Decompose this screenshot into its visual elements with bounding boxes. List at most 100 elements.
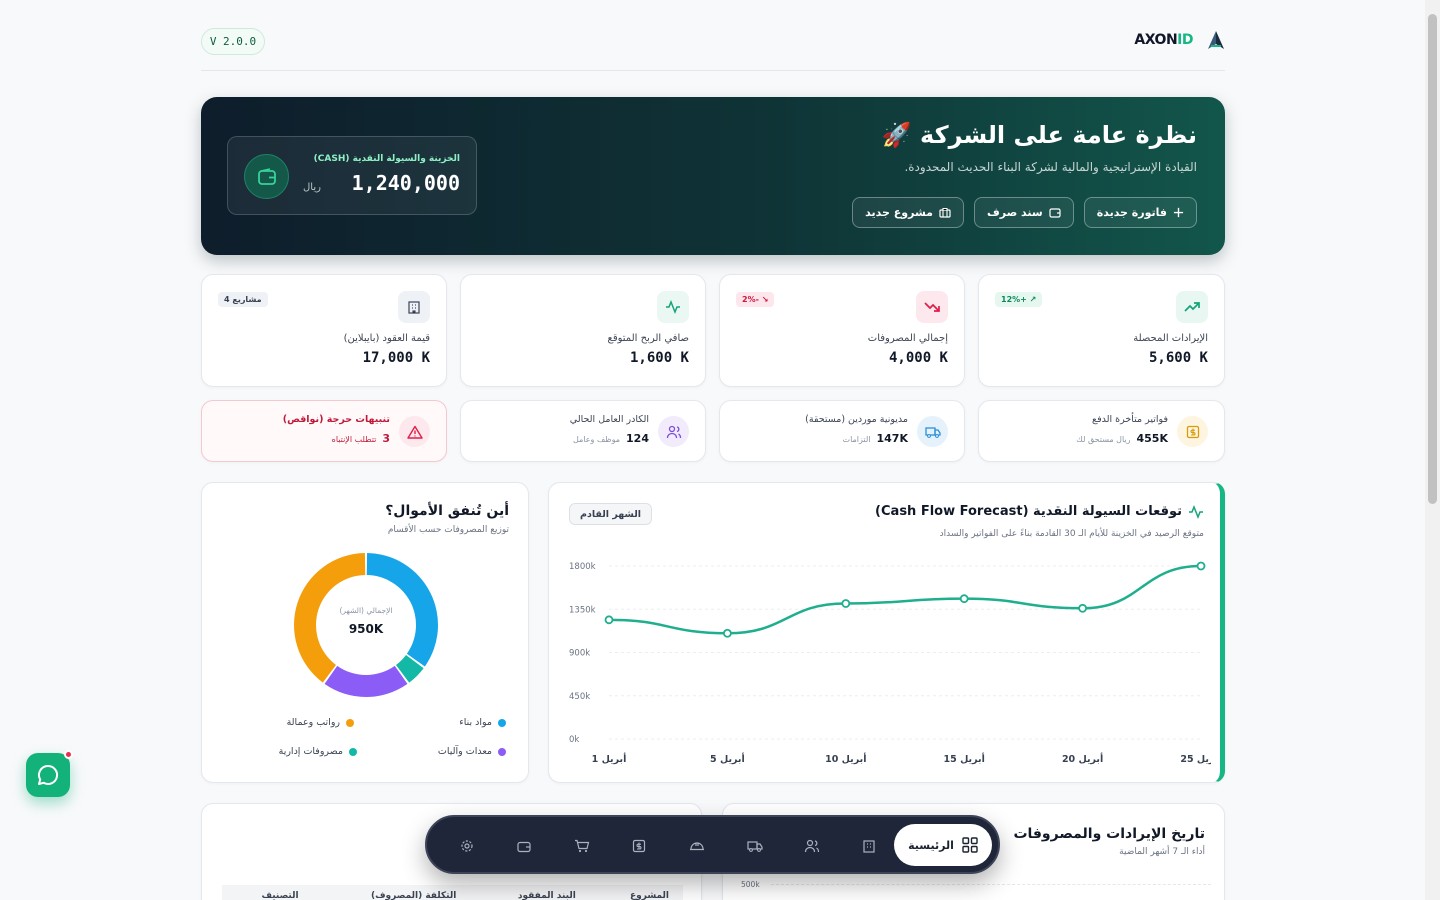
kpi-card-revenue[interactable]: 12%+ ↗ الإيرادات المحصلة 5,600 K <box>978 274 1225 387</box>
cart-icon <box>575 839 590 853</box>
x-tick-label: 20 أبريل <box>1062 752 1103 765</box>
page-title: نظرة عامة على الشركة 🚀 <box>881 121 1197 149</box>
dock-treasury-button[interactable] <box>510 832 538 860</box>
mini-card-overdue-invoices[interactable]: فواتير متأخرة الدفع 455K ريال مستحق لك <box>978 400 1225 462</box>
scrollbar-thumb[interactable] <box>1428 14 1437 504</box>
trending-up-icon <box>1176 291 1208 323</box>
history-title: تاريخ الإيرادات والمصروفات <box>1013 826 1205 842</box>
y-tick-label: 450k <box>569 692 590 702</box>
projects-count-badge: 4 مشاريع <box>218 292 268 307</box>
dock-invoices-button[interactable] <box>625 832 653 860</box>
dock-home-label: الرئيسية <box>908 838 954 852</box>
chat-button[interactable] <box>26 750 73 797</box>
table-header: التصنيف <box>261 891 299 900</box>
table-header: المشروع <box>630 891 669 900</box>
y-tick-label: 1350k <box>569 605 596 615</box>
cashflow-card: توقعات السيولة النقدية (Cash Flow Foreca… <box>548 482 1225 783</box>
chat-bubble-icon <box>38 764 59 785</box>
x-tick-label: 25 أبريل <box>1180 752 1211 765</box>
cashflow-subtitle: متوقع الرصيد في الخزينة للأيام الـ 30 ال… <box>939 529 1204 539</box>
y-tick-label: 900k <box>569 649 590 659</box>
donut-center-value: 950K <box>348 622 384 636</box>
page-scrollbar[interactable] <box>1425 0 1440 900</box>
settings-icon <box>461 840 473 852</box>
kpi-title: قيمة العقود (بايبلاين) <box>343 333 430 344</box>
mini-title: فواتير متأخرة الدفع <box>1092 414 1168 425</box>
trend-badge: 2%- ↘ <box>736 292 775 307</box>
y-tick-label: 500k <box>741 880 760 889</box>
cash-label: الخزينة والسيولة النقدية (CASH) <box>313 154 460 164</box>
period-filter-dropdown[interactable]: الشهر القادم <box>569 503 653 525</box>
data-point <box>722 628 732 638</box>
y-tick-label: 0k <box>569 735 579 745</box>
y-tick-label: 1800k <box>569 562 596 572</box>
data-point <box>1196 561 1206 571</box>
cash-balance-card: الخزينة والسيولة النقدية (CASH) 1,240,00… <box>227 136 477 215</box>
kpi-value: 1,600 K <box>629 350 689 366</box>
brand-logo[interactable]: AXONID <box>1134 30 1225 50</box>
version-badge: V 2.0.0 <box>201 28 265 55</box>
kpi-title: إجمالي المصروفات <box>867 333 948 344</box>
mini-card-workforce[interactable]: الكادر العامل الحالي 124 موظف وعامل <box>460 400 706 462</box>
payment-voucher-button[interactable]: سند صرف <box>973 197 1074 228</box>
data-point <box>959 594 969 604</box>
mini-value: 3 <box>382 432 390 445</box>
spend-title: أين تُنفق الأموال؟ <box>385 503 509 519</box>
cash-currency: ريال <box>303 182 321 193</box>
page-subtitle: القيادة الإستراتيجية والمالية لشركة البن… <box>904 160 1197 174</box>
data-point <box>1078 603 1087 613</box>
hardhat-icon <box>690 842 704 851</box>
activity-icon <box>1189 504 1203 519</box>
users-icon <box>658 416 689 447</box>
warning-icon <box>399 416 430 447</box>
brand-mark-icon <box>1208 31 1224 49</box>
top-bar: V 2.0.0 AXONID <box>201 26 1225 71</box>
spend-breakdown-card: أين تُنفق الأموال؟ توزيع المصروفات حسب ا… <box>201 482 529 783</box>
data-point <box>604 615 614 625</box>
x-tick-label: 1 أبريل <box>592 752 627 765</box>
bottom-dock-nav: الرئيسية <box>425 815 1000 874</box>
mini-title: تنبيهات حرجة (نواقص) <box>282 414 390 425</box>
dock-suppliers-button[interactable] <box>741 832 769 860</box>
data-point <box>841 599 851 608</box>
legend-item: مواد بناء <box>459 717 506 728</box>
kpi-card-contracts[interactable]: 4 مشاريع قيمة العقود (بايبلاين) 17,000 K <box>201 274 447 387</box>
new-invoice-button[interactable]: فاتورة جديدة <box>1083 197 1197 228</box>
mini-card-critical-alerts[interactable]: تنبيهات حرجة (نواقص) 3 تتطلب الإنتباه <box>201 400 447 462</box>
donut-slice <box>294 553 366 683</box>
dock-settings-button[interactable] <box>453 832 481 860</box>
dock-home-button[interactable]: الرئيسية <box>894 824 992 866</box>
new-project-button[interactable]: مشروع جديد <box>852 197 964 228</box>
series-line <box>608 564 1202 635</box>
mini-card-supplier-debt[interactable]: مديونية موردين (مستحقة) 147K التزامات <box>719 400 965 462</box>
dock-site-button[interactable] <box>683 832 711 860</box>
trend-badge: 12%+ ↗ <box>995 292 1043 307</box>
mini-value: 147K <box>876 432 909 445</box>
truck-icon <box>917 416 948 447</box>
kpi-card-expenses[interactable]: 2%- ↘ إجمالي المصروفات 4,000 K <box>719 274 965 387</box>
kpi-card-net-profit[interactable]: صافي الربح المتوقع 1,600 K <box>460 274 706 387</box>
mini-unit: موظف وعامل <box>573 435 621 444</box>
truck-icon <box>747 841 763 852</box>
kpi-value: 4,000 K <box>888 350 948 366</box>
kpi-title: الإيرادات المحصلة <box>1133 333 1208 344</box>
quick-actions: فاتورة جديدة سند صرف مشروع جديد <box>852 197 1197 228</box>
mini-value: 455K <box>1136 432 1169 445</box>
briefcase-icon <box>939 207 951 218</box>
kpi-value: 17,000 K <box>362 350 430 366</box>
dock-projects-button[interactable] <box>855 832 883 860</box>
spend-subtitle: توزيع المصروفات حسب الأقسام <box>387 525 509 535</box>
mini-value: 124 <box>626 432 649 445</box>
dock-employees-button[interactable] <box>798 832 826 860</box>
table-header: البند المفقود <box>517 891 576 900</box>
notification-dot <box>64 750 73 759</box>
legend-item: رواتب وعمالة <box>287 717 354 728</box>
cashflow-title: توقعات السيولة النقدية (Cash Flow Foreca… <box>875 504 1204 519</box>
dock-purchases-button[interactable] <box>568 832 596 860</box>
wallet-icon <box>244 154 289 199</box>
brand-name: AXONID <box>1134 32 1193 48</box>
dollar-doc-icon <box>1177 416 1208 447</box>
building-icon <box>863 840 875 853</box>
mini-unit: ريال مستحق لك <box>1076 435 1131 444</box>
cash-amount: 1,240,000 <box>351 171 460 195</box>
